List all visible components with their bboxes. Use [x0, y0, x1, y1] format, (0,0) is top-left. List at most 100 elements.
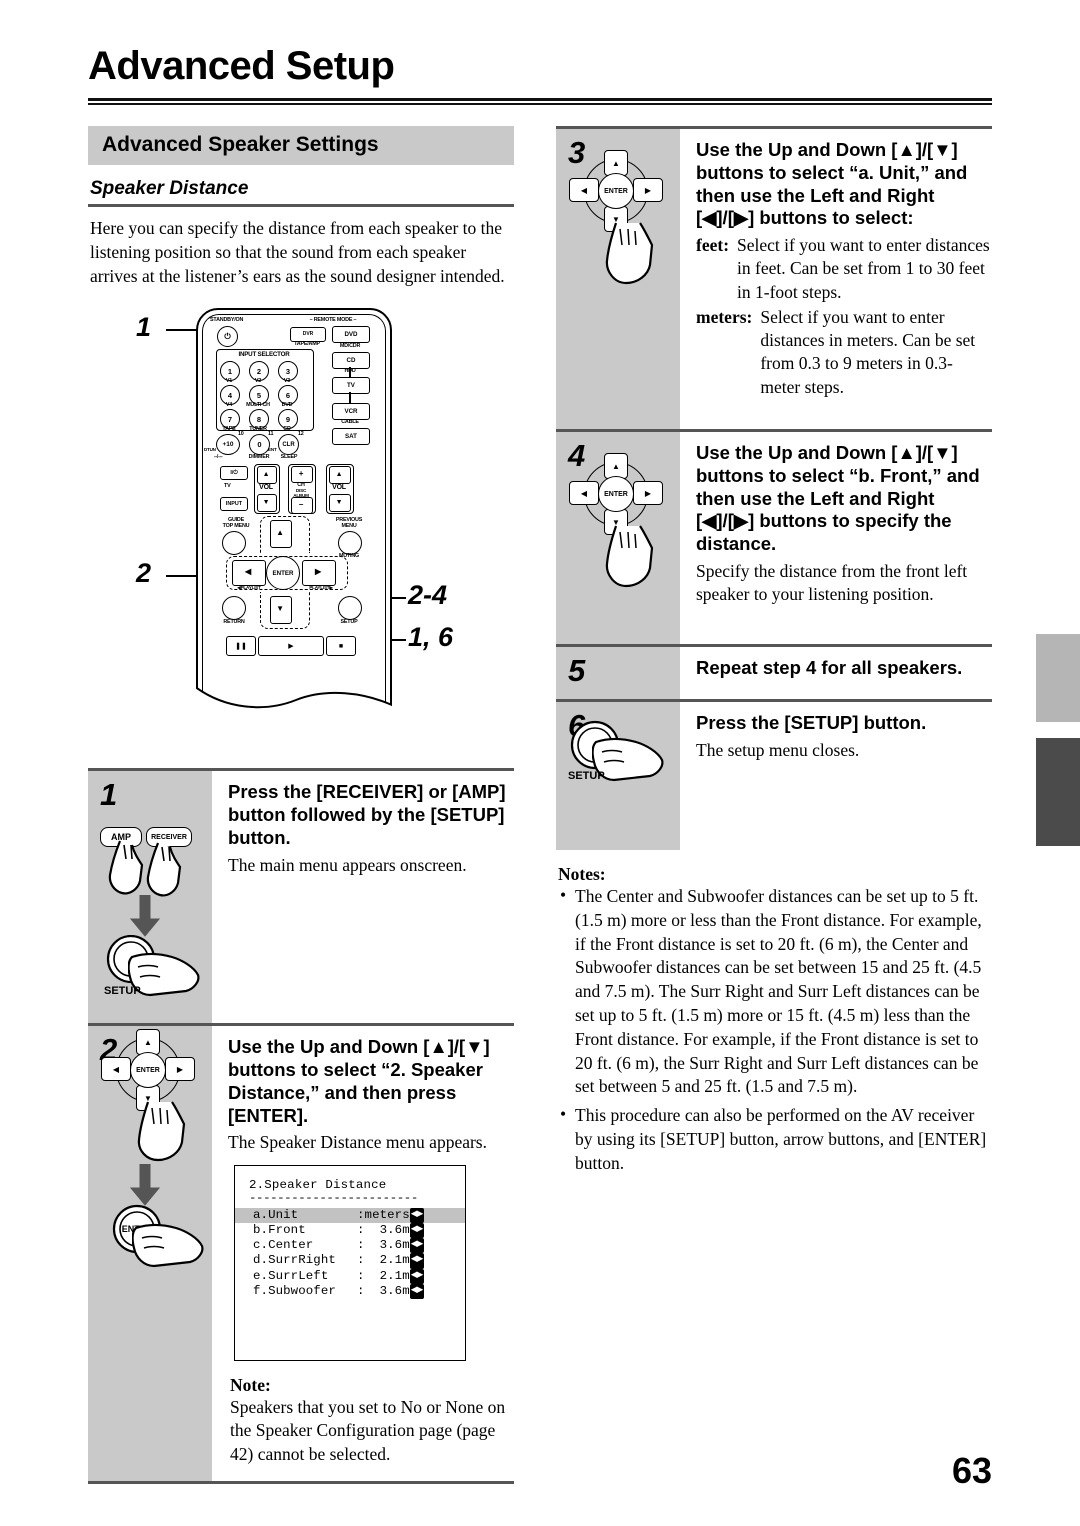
ch-plus-label: +: [298, 469, 304, 479]
dvd-button[interactable]: DVD: [332, 326, 370, 344]
note-left-title: Note:: [230, 1374, 271, 1395]
tuner-label: TUNER: [249, 426, 267, 433]
left-column: Advanced Speaker Settings Speaker Distan…: [88, 126, 514, 1485]
step-5-heading: Repeat step 4 for all speakers.: [696, 657, 963, 678]
intro-paragraph: Here you can specify the distance from e…: [90, 218, 505, 287]
osd-row-label: d.SurrRight: [253, 1253, 336, 1268]
osd-left-right-icon: ◀▶: [409, 1222, 424, 1239]
step-5-body: Repeat step 4 for all speakers.: [680, 647, 992, 699]
manual-page: Advanced Setup Advanced Speaker Settings…: [0, 0, 1080, 1526]
play-button[interactable]: ▶: [258, 636, 324, 657]
vol-label-right: VOL: [332, 484, 346, 492]
playlist-right-label: PLAYLIST▶: [309, 585, 333, 591]
step-3-desc-feet: Select if you want to enter distances in…: [737, 235, 990, 302]
step-6-body: Press the [SETUP] button. The setup menu…: [680, 702, 992, 850]
step-2-heading: Use the Up and Down [▲]/[▼] buttons to s…: [228, 1036, 490, 1126]
osd-left-right-icon: ◀▶: [409, 1238, 424, 1254]
dvr-button[interactable]: DVR: [290, 327, 326, 343]
subsection-rule: [88, 204, 514, 207]
cd-input-label: CD: [283, 426, 291, 433]
osd-row[interactable]: a.Unit:meters ◀▶: [235, 1207, 465, 1223]
cd-device-button[interactable]: CD: [332, 352, 370, 370]
step-3-definition-meters: meters: Select if you want to enter dist…: [696, 306, 992, 399]
setup-label-remote: SETUP: [340, 619, 358, 626]
dpad-icon-step2[interactable]: ▲ ▼ ◀ ▶ ENTER: [100, 1029, 195, 1112]
osd-rows: a.Unit:meters ◀▶ b.Front: 3.6m ◀▶ c.Center: …: [235, 1207, 465, 1300]
dpad-enter-icon-s4[interactable]: ENTER: [598, 476, 634, 512]
step-1-heading: Press the [RECEIVER] or [AMP] button fol…: [228, 781, 506, 848]
step-1-subtext: The main menu appears onscreen.: [228, 854, 467, 875]
dpad-enter-icon-s3[interactable]: ENTER: [598, 173, 634, 209]
notes-right-list: The Center and Subwoofer distances can b…: [558, 884, 992, 1176]
pointing-hand-icon-1: [108, 841, 182, 897]
playlist-left-label: ◀PLAYLIST: [237, 585, 261, 591]
osd-row[interactable]: b.Front: 3.6m ◀▶: [235, 1222, 465, 1239]
vcr-device-button[interactable]: VCR: [332, 403, 370, 421]
dpad-right-icon-s2[interactable]: ▶: [165, 1057, 195, 1082]
right-column: 3 ▲ ▼ ◀ ▶ ENTER Use the Up and Down [▲]/…: [556, 126, 992, 1181]
osd-row-value: : 3.6m: [357, 1238, 410, 1253]
dtun-label: DTUN: [204, 447, 216, 453]
callout-1: 1: [136, 312, 152, 343]
dpad-right-icon-s3[interactable]: ▶: [633, 178, 663, 202]
pointing-hand-icon-3: [137, 1101, 186, 1162]
step-4-subtext: Specify the distance from the front left…: [696, 560, 968, 605]
step-6-heading: Press the [SETUP] button.: [696, 712, 927, 733]
remote-mode-label: – REMOTE MODE –: [309, 317, 357, 324]
sat-device-button[interactable]: SAT: [332, 428, 370, 446]
dpad-left-icon-s4[interactable]: ◀: [569, 481, 599, 505]
dpad-icon-step3[interactable]: ▲ ▼ ◀ ▶ ENTER: [568, 150, 663, 232]
sleep-label: SLEEP: [280, 454, 298, 461]
osd-row[interactable]: d.SurrRight: 2.1m ◀▶: [235, 1253, 465, 1269]
dvd-input-label: DVD: [281, 402, 293, 409]
osd-row-label: c.Center: [253, 1238, 314, 1253]
dpad-right-icon-s4[interactable]: ▶: [633, 481, 663, 505]
tape-label: TAPE: [222, 426, 236, 433]
osd-row-value: : 3.6m: [357, 1222, 410, 1237]
step-2-subtext: The Speaker Distance menu appears.: [228, 1132, 487, 1153]
subsection-heading: Speaker Distance: [90, 178, 249, 199]
osd-row[interactable]: f.Subwoofer: 3.6m ◀▶: [235, 1283, 465, 1300]
step-2-body: Use the Up and Down [▲]/[▼] buttons to s…: [212, 1026, 514, 1481]
top-menu-label: TOP MENU: [222, 523, 250, 530]
callout-1-6: 1, 6: [408, 622, 454, 653]
section-heading-bar: Advanced Speaker Settings: [88, 126, 514, 165]
osd-row[interactable]: c.Center : 3.6m ◀▶: [235, 1238, 465, 1254]
step-4-icon-panel: 4 ▲ ▼ ◀ ▶ ENTER: [556, 432, 680, 644]
step-4: 4 ▲ ▼ ◀ ▶ ENTER Use the Up and Down [▲]/…: [556, 429, 992, 644]
pointing-hand-icon-5: [605, 222, 654, 285]
osd-row-label: a.Unit: [253, 1207, 299, 1222]
title-rule: [88, 98, 992, 105]
small-10-label: 10: [238, 431, 244, 438]
step-1-number: 1: [100, 777, 118, 813]
callout-2-4: 2-4: [408, 580, 448, 611]
step-5-icon-panel: 5: [556, 647, 680, 699]
dpad-icon-step4[interactable]: ▲ ▼ ◀ ▶ ENTER: [568, 453, 663, 535]
osd-row-value: :meters: [357, 1207, 410, 1222]
small-12-label: 12: [298, 431, 304, 438]
tv-power-button[interactable]: I/⏻: [220, 466, 248, 481]
pause-button[interactable]: ❚❚: [226, 636, 256, 657]
step-5-number: 5: [568, 653, 586, 688]
page-title: Advanced Setup: [88, 44, 395, 88]
tv-device-button[interactable]: TV: [332, 377, 370, 395]
step-2: 2 ▲ ▼ ◀ ▶ ENTER Use the Up and Down [▲]/…: [88, 1023, 514, 1485]
step-5: 5 Repeat step 4 for all speakers.: [556, 644, 992, 699]
vol-label-left: VOL: [259, 484, 273, 492]
step-3-definition-feet: feet: Select if you want to enter distan…: [696, 234, 992, 304]
step-4-body: Use the Up and Down [▲]/[▼] buttons to s…: [680, 432, 992, 644]
dpad-left-icon-s2[interactable]: ◀: [101, 1057, 131, 1082]
pointing-hand-icon-4: [132, 1224, 204, 1268]
down-arrow-icon-1: [130, 895, 160, 938]
osd-row-value: : 3.6m: [357, 1283, 410, 1298]
osd-row-label: f.Subwoofer: [253, 1283, 336, 1298]
note-item: The Center and Subwoofer distances can b…: [558, 884, 992, 1099]
osd-row[interactable]: e.SurrLeft: 2.1m ◀▶: [235, 1268, 465, 1284]
stop-button[interactable]: ■: [326, 636, 356, 657]
input-button[interactable]: INPUT: [220, 497, 248, 512]
osd-title: 2.Speaker Distance: [249, 1177, 387, 1192]
remote-control-figure: 1 2 2-4 1, 6 STANDBY/ON ⏻ – REMOTE MODE …: [88, 300, 514, 768]
v4-label: V4: [225, 402, 233, 409]
dpad-left-icon-s3[interactable]: ◀: [569, 178, 599, 202]
setup-label-step1: SETUP: [104, 985, 141, 998]
